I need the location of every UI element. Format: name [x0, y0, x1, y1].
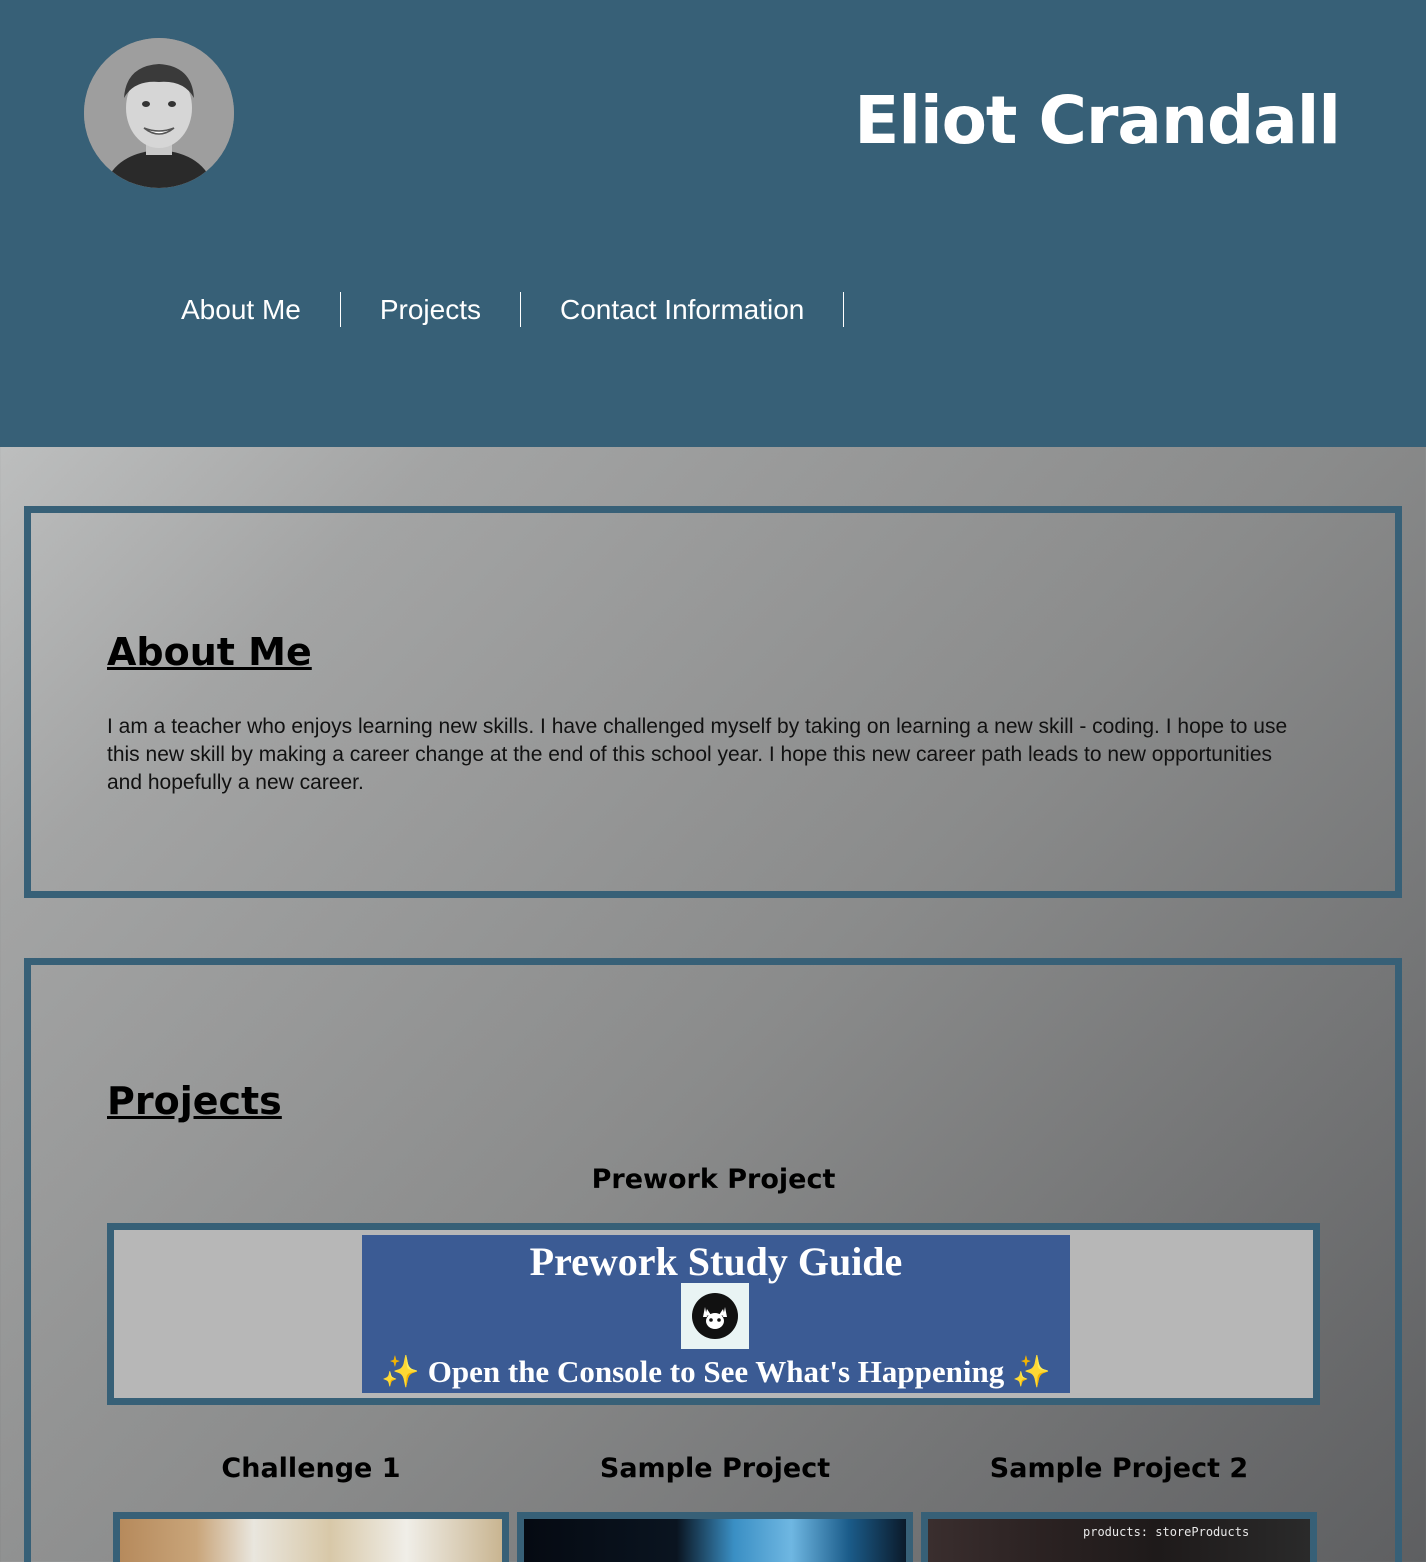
study-guide-subtitle: Open the Console to See What's Happening	[427, 1354, 1005, 1389]
site-header: Eliot Crandall About Me Projects Contact…	[0, 0, 1426, 447]
project-thumbnail-sample-project[interactable]	[517, 1512, 913, 1562]
profile-photo	[84, 38, 234, 188]
project-thumbnail-challenge-1[interactable]	[113, 1512, 509, 1562]
sparkle-icon: ✨	[1011, 1354, 1051, 1389]
about-text: I am a teacher who enjoys learning new s…	[107, 715, 1288, 794]
project-title-sample-project: Sample Project	[599, 1453, 831, 1484]
sparkle-icon: ✨	[381, 1354, 421, 1389]
project-title-sample-project-2: Sample Project 2	[989, 1453, 1249, 1484]
about-section: About Me I am a teacher who enjoys learn…	[24, 506, 1402, 898]
site-title: Eliot Crandall	[854, 82, 1341, 159]
about-heading: About Me	[107, 630, 312, 674]
project-thumbnail-sample-project-2[interactable]: products: storeProducts	[921, 1512, 1317, 1562]
nav-link-contact-information[interactable]: Contact Information	[521, 292, 845, 327]
featured-project-card[interactable]: Prework Study Guide ✨ Open the Console t…	[107, 1223, 1320, 1405]
projects-heading: Projects	[107, 1079, 282, 1123]
project-title-challenge-1: Challenge 1	[221, 1453, 401, 1484]
featured-project-title: Prework Project	[591, 1164, 836, 1195]
code-snippet: products: storeProducts	[1083, 1525, 1250, 1539]
nav-link-about-me[interactable]: About Me	[142, 292, 341, 327]
main-nav: About Me Projects Contact Information	[142, 292, 845, 327]
prework-study-guide-image[interactable]: Prework Study Guide ✨ Open the Console t…	[362, 1235, 1070, 1393]
nav-link-projects[interactable]: Projects	[341, 292, 522, 327]
study-guide-subtitle-line: ✨ Open the Console to See What's Happeni…	[362, 1353, 1070, 1390]
study-guide-title: Prework Study Guide	[529, 1239, 903, 1284]
cat-logo-icon	[681, 1283, 749, 1349]
projects-section: Projects Prework Project Prework Study G…	[24, 958, 1402, 1562]
